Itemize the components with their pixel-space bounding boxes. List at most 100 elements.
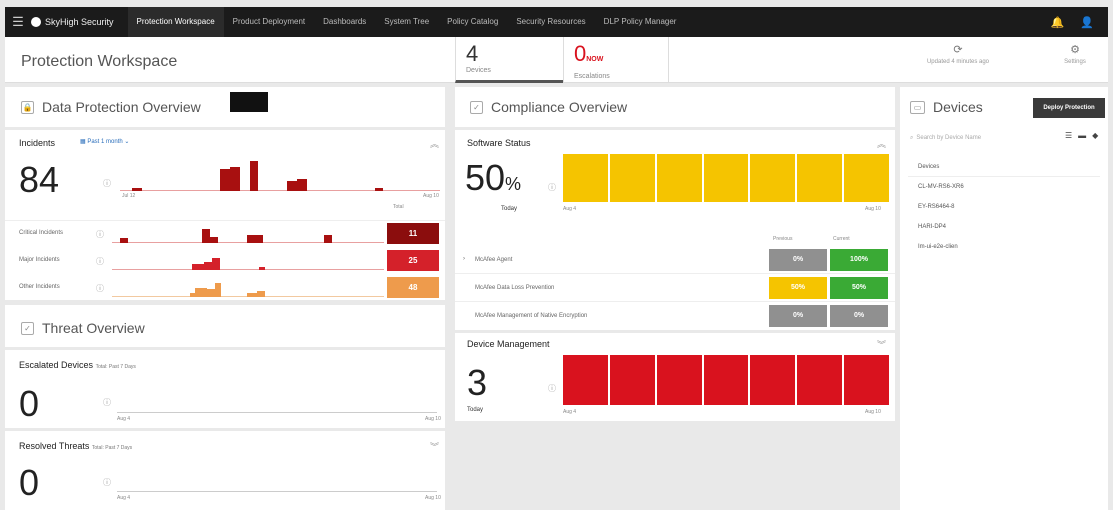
x-end-label: Aug 10: [423, 193, 439, 199]
info-icon[interactable]: ⓘ: [96, 229, 104, 240]
software-chart: [563, 154, 889, 202]
device-search[interactable]: ⌕ Search by Device Name: [910, 131, 1060, 145]
collapse-icon[interactable]: ︽: [430, 137, 439, 150]
period-dropdown[interactable]: ▦ Past 1 month ⌄: [80, 138, 129, 145]
device-mgmt-label: Device Management: [467, 339, 550, 349]
critical-total[interactable]: 11: [387, 223, 439, 244]
chevron-down-icon: ⌄: [122, 139, 130, 145]
page-title: Protection Workspace: [21, 53, 178, 70]
x-start-label: Aug 4: [563, 409, 577, 415]
critical-bar: [324, 235, 332, 243]
x-end-label: Aug 10: [865, 409, 881, 415]
other-bar: [215, 283, 221, 297]
device-list-item[interactable]: CL-MV-RS6-XR6: [900, 177, 1108, 197]
nav-security-resources[interactable]: Security Resources: [507, 7, 594, 37]
incidents-bar: [287, 181, 297, 191]
escalations-stat[interactable]: 0NOW Escalations: [563, 37, 669, 83]
escalated-chart: [117, 412, 437, 413]
software-label: Software Status: [467, 138, 531, 148]
expand-icon[interactable]: ︾: [877, 338, 886, 351]
incidents-bar: [132, 188, 142, 191]
major-total[interactable]: 25: [387, 250, 439, 271]
major-bar: [259, 267, 265, 270]
software-today: Today: [501, 206, 518, 212]
info-icon[interactable]: ⓘ: [96, 256, 104, 267]
critical-row: Critical Incidents ⓘ 11: [5, 220, 445, 244]
device-mgmt-value: 3: [467, 362, 488, 403]
monitor-icon: ▭: [910, 100, 925, 114]
software-value: 50: [465, 157, 506, 198]
row-label: McAfee Data Loss Prevention: [475, 285, 555, 291]
device-list-item[interactable]: Im-ui-e2e-clien: [900, 237, 1108, 257]
nav-product-deployment[interactable]: Product Deployment: [224, 7, 314, 37]
compliance-header: ✓ Compliance Overview: [455, 87, 895, 127]
col-previous: Previous: [773, 236, 793, 242]
device-mgmt-chart: [563, 355, 889, 405]
redacted-block: [230, 92, 268, 112]
escalated-devices-card: Escalated Devices Total: Past 7 Days 0 ⓘ…: [5, 350, 445, 428]
software-row-dlp[interactable]: McAfee Data Loss Prevention 50% 50%: [455, 274, 895, 302]
info-icon[interactable]: ⓘ: [548, 182, 556, 193]
deploy-protection-button[interactable]: Deploy Protection: [1033, 98, 1105, 118]
search-placeholder: Search by Device Name: [916, 135, 982, 141]
software-row-encryption[interactable]: McAfee Management of Native Encryption 0…: [455, 302, 895, 330]
escalated-value: 0: [19, 383, 40, 424]
incidents-label: Incidents: [19, 138, 56, 148]
list-view-icon[interactable]: ☰: [1065, 131, 1072, 140]
user-icon[interactable]: 👤: [1080, 16, 1094, 29]
x-start-label: Aug 4: [117, 416, 131, 422]
folder-icon[interactable]: ▬: [1078, 131, 1086, 140]
device-list-item[interactable]: EY-RS6464-8: [900, 197, 1108, 217]
compliance-title: Compliance Overview: [491, 99, 628, 115]
collapse-icon[interactable]: ︽: [877, 137, 886, 150]
major-bar: [192, 264, 204, 270]
row-label: McAfee Agent: [475, 257, 513, 263]
tag-icon[interactable]: ◆: [1092, 131, 1098, 140]
top-nav-bar: ☰ SkyHigh Security Protection Workspace …: [5, 7, 1108, 37]
info-icon[interactable]: ⓘ: [548, 383, 556, 394]
devices-column-header[interactable]: Devices: [908, 157, 1100, 177]
hamburger-menu-icon[interactable]: ☰: [5, 14, 31, 30]
info-icon[interactable]: ⓘ: [96, 283, 104, 294]
row-label: McAfee Management of Native Encryption: [475, 313, 588, 319]
device-list-item[interactable]: HARI-DP4: [900, 217, 1108, 237]
info-icon[interactable]: ⓘ: [103, 397, 111, 408]
refresh-status[interactable]: ⟳ Updated 4 minutes ago: [913, 43, 1003, 65]
escalations-suffix: NOW: [586, 56, 604, 63]
escalated-sub: Total: Past 7 Days: [95, 364, 136, 370]
critical-bar: [247, 235, 263, 243]
software-row-agent[interactable]: › McAfee Agent 0% 100%: [455, 246, 895, 274]
software-unit: %: [505, 174, 522, 194]
checklist-icon: ✓: [470, 100, 483, 114]
info-icon[interactable]: ⓘ: [103, 178, 111, 189]
lock-icon: 🔒: [21, 100, 34, 114]
nav-system-tree[interactable]: System Tree: [375, 7, 438, 37]
incidents-bar: [250, 161, 258, 191]
total-label: Total: [393, 204, 404, 210]
nav-policy-catalog[interactable]: Policy Catalog: [438, 7, 507, 37]
settings-button[interactable]: ⚙ Settings: [1050, 43, 1100, 65]
x-start-label: Aug 4: [563, 206, 577, 212]
bell-icon[interactable]: 🔔: [1051, 16, 1065, 29]
refresh-icon: ⟳: [953, 44, 963, 56]
major-bar: [204, 262, 212, 270]
updated-text: Updated 4 minutes ago: [926, 59, 990, 65]
resolved-value: 0: [19, 462, 40, 503]
other-bar: [257, 291, 265, 297]
nav-protection-workspace[interactable]: Protection Workspace: [127, 7, 224, 37]
critical-chart: [112, 225, 384, 243]
search-icon: ⌕: [910, 134, 914, 141]
other-total[interactable]: 48: [387, 277, 439, 298]
chevron-right-icon[interactable]: ›: [463, 256, 465, 262]
escalated-label: Escalated Devices: [19, 360, 94, 370]
nav-dlp-policy-manager[interactable]: DLP Policy Manager: [595, 7, 686, 37]
escalations-count: 0: [574, 41, 587, 66]
info-icon[interactable]: ⓘ: [103, 477, 111, 488]
expand-icon[interactable]: ︾: [430, 440, 439, 453]
escalations-stat-label: Escalations: [574, 73, 610, 80]
devices-stat[interactable]: 4 Devices: [455, 37, 563, 83]
gear-icon: ⚙: [1070, 44, 1080, 56]
brand-logo[interactable]: SkyHigh Security: [31, 17, 114, 27]
brand-name: SkyHigh Security: [45, 17, 114, 27]
nav-dashboards[interactable]: Dashboards: [314, 7, 375, 37]
